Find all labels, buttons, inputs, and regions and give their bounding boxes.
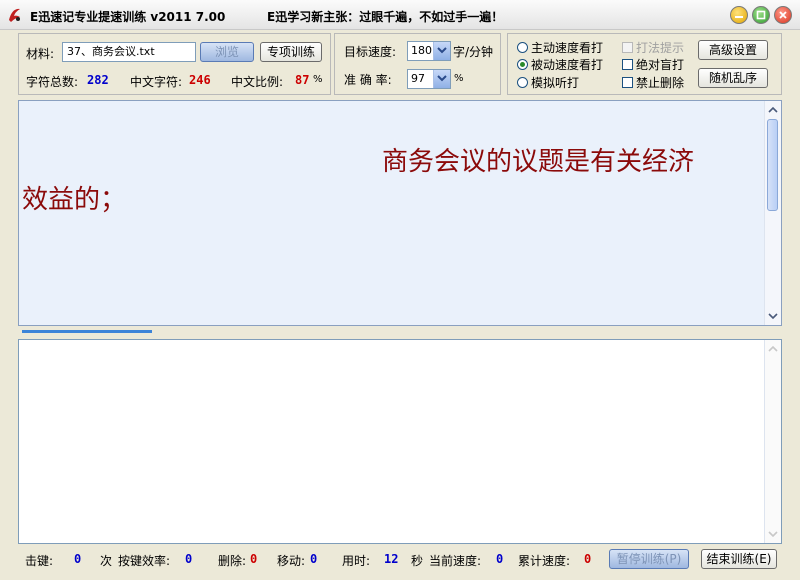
- material-file-field[interactable]: 37、商务会议.txt: [62, 42, 196, 62]
- accuracy-dropdown[interactable]: [433, 70, 450, 88]
- source-text-line-2: 效益的；: [22, 185, 127, 215]
- minimize-icon: [735, 16, 743, 18]
- source-text-area: 商务会议的议题是有关经济 效益的；: [18, 100, 782, 326]
- current-speed-value: 0: [496, 552, 504, 566]
- move-value: 0: [310, 552, 318, 566]
- current-speed-label: 当前速度:: [429, 554, 482, 568]
- total-chars-value: 282: [87, 73, 109, 87]
- move-label: 移动:: [277, 554, 306, 568]
- mode-active-radio[interactable]: [517, 42, 528, 53]
- scroll-down-icon[interactable]: [765, 526, 781, 542]
- minimize-button[interactable]: [730, 6, 748, 24]
- target-speed-select[interactable]: 180: [407, 41, 451, 61]
- maximize-icon: [756, 10, 766, 20]
- source-scroll-thumb[interactable]: [767, 119, 778, 211]
- accuracy-label: 准 确 率:: [344, 73, 392, 87]
- end-training-button[interactable]: 结束训练(E): [701, 549, 777, 569]
- mode-listen-label[interactable]: 模拟听打: [531, 74, 579, 91]
- scroll-up-icon[interactable]: [765, 102, 781, 118]
- browse-button[interactable]: 浏览: [200, 42, 254, 62]
- mode-listen-radio[interactable]: [517, 77, 528, 88]
- keys-unit: 次: [100, 554, 113, 568]
- target-speed-value: 180: [411, 44, 432, 57]
- target-speed-unit: 字/分钟: [453, 45, 494, 59]
- time-label: 用时:: [342, 554, 371, 568]
- cn-ratio-label: 中文比例:: [231, 75, 284, 89]
- chevron-down-icon: [437, 75, 447, 82]
- mode-passive-radio[interactable]: [517, 59, 528, 70]
- mode-passive-label[interactable]: 被动速度看打: [531, 56, 603, 73]
- chevron-down-icon: [437, 47, 447, 54]
- shuffle-button[interactable]: 随机乱序: [698, 68, 768, 88]
- delete-label: 删除:: [218, 554, 247, 568]
- close-icon: [779, 11, 787, 19]
- cumulative-speed-value: 0: [584, 552, 592, 566]
- total-chars-label: 字符总数:: [26, 75, 79, 89]
- window-slogan: E迅学习新主张：过眼千遍，不如过手一遍！: [267, 10, 504, 24]
- mode-panel: 主动速度看打 被动速度看打 模拟听打 打法提示 绝对盲打 禁止删除 高级设置 随…: [507, 33, 782, 95]
- scroll-down-icon[interactable]: [765, 308, 781, 324]
- efficiency-label: 按键效率:: [118, 554, 171, 568]
- nodelete-label[interactable]: 禁止删除: [636, 74, 684, 91]
- input-scrollbar[interactable]: [764, 340, 781, 543]
- source-text-line-1: 商务会议的议题是有关经济: [382, 147, 695, 177]
- blind-label[interactable]: 绝对盲打: [636, 56, 684, 73]
- cumulative-speed-label: 累计速度:: [518, 554, 571, 568]
- time-unit: 秒: [411, 554, 424, 568]
- blind-checkbox[interactable]: [622, 59, 633, 70]
- cn-chars-value: 246: [189, 73, 211, 87]
- hint-label: 打法提示: [636, 41, 685, 55]
- source-scrollbar[interactable]: [764, 101, 781, 325]
- material-panel: 材料: 37、商务会议.txt 浏览 专项训练 字符总数: 282 中文字符: …: [18, 33, 331, 95]
- mode-active-label[interactable]: 主动速度看打: [531, 39, 603, 56]
- keys-label: 击键:: [25, 554, 54, 568]
- target-speed-label: 目标速度:: [344, 45, 397, 59]
- accuracy-select[interactable]: 97: [407, 69, 451, 89]
- cn-chars-label: 中文字符:: [130, 75, 183, 89]
- delete-value: 0: [250, 552, 258, 566]
- cn-ratio-value: 87: [295, 73, 310, 87]
- special-training-button[interactable]: 专项训练: [260, 42, 322, 62]
- hint-checkbox[interactable]: [622, 42, 633, 53]
- typing-input-area[interactable]: [18, 339, 782, 544]
- maximize-button[interactable]: [752, 6, 770, 24]
- accuracy-unit: %: [454, 73, 464, 84]
- time-value: 12: [384, 552, 399, 566]
- target-speed-dropdown[interactable]: [433, 42, 450, 60]
- pause-training-button[interactable]: 暂停训练(P): [609, 549, 689, 569]
- efficiency-value: 0: [185, 552, 193, 566]
- scroll-up-icon[interactable]: [765, 341, 781, 357]
- title-bar: E迅速记专业提速训练 v2011 7.00 E迅学习新主张：过眼千遍，不如过手一…: [0, 0, 800, 30]
- accuracy-value: 97: [411, 72, 425, 85]
- app-logo-icon: [9, 8, 20, 22]
- window-title: E迅速记专业提速训练 v2011 7.00: [30, 10, 226, 24]
- close-button[interactable]: [774, 6, 792, 24]
- cn-ratio-unit: %: [313, 74, 323, 85]
- advanced-settings-button[interactable]: 高级设置: [698, 40, 768, 60]
- material-label: 材料:: [26, 47, 55, 61]
- target-panel: 目标速度: 180 字/分钟 准 确 率: 97 %: [334, 33, 501, 95]
- typing-progress-bar: [22, 330, 152, 333]
- nodelete-checkbox[interactable]: [622, 77, 633, 88]
- keys-value: 0: [74, 552, 82, 566]
